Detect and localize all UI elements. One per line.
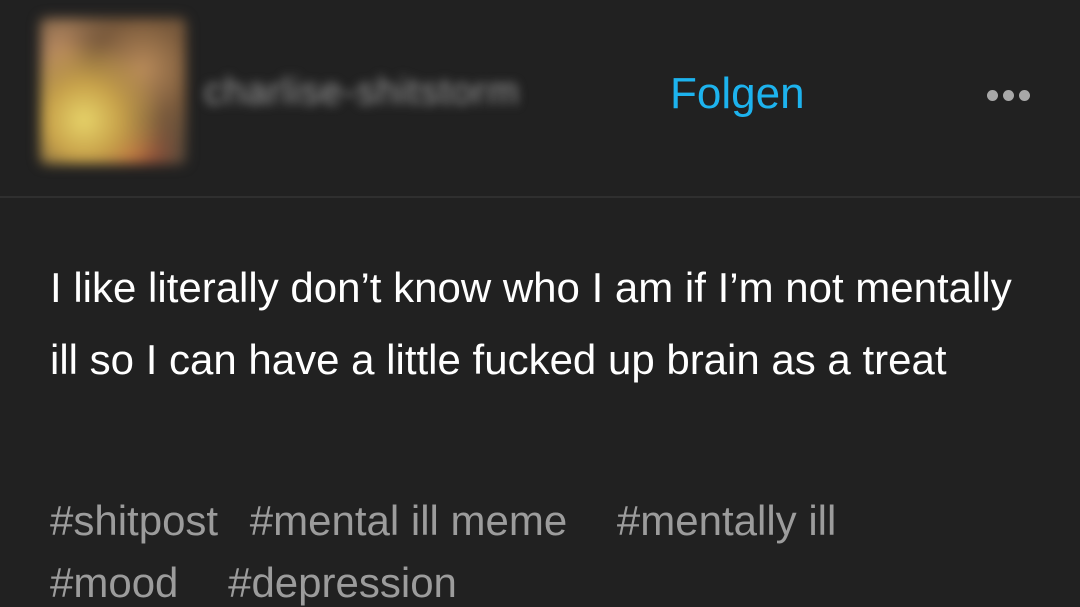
- more-horizontal-icon: [1002, 89, 1014, 101]
- tag-list: #shitpost #mental ill meme #mentally ill…: [50, 490, 1050, 607]
- tag-link[interactable]: #mental ill meme: [250, 490, 567, 552]
- more-horizontal-icon: [986, 89, 998, 101]
- username[interactable]: charlise-shitstorm: [204, 62, 520, 122]
- follow-button[interactable]: Folgen: [670, 66, 805, 122]
- tag-link[interactable]: #shitpost: [50, 490, 218, 552]
- header-divider: [0, 196, 1080, 198]
- post-header: charlise-shitstorm Folgen: [0, 0, 1080, 196]
- tag-link[interactable]: #depression: [228, 552, 457, 607]
- tag-link[interactable]: #mentally ill: [617, 490, 836, 552]
- more-horizontal-icon: [1018, 89, 1030, 101]
- post-text: I like literally don’t know who I am if …: [50, 264, 1012, 383]
- avatar[interactable]: [40, 18, 186, 164]
- tag-link[interactable]: #mood: [50, 552, 178, 607]
- more-options-button[interactable]: [980, 80, 1036, 110]
- post-card: charlise-shitstorm Folgen I like literal…: [0, 0, 1080, 607]
